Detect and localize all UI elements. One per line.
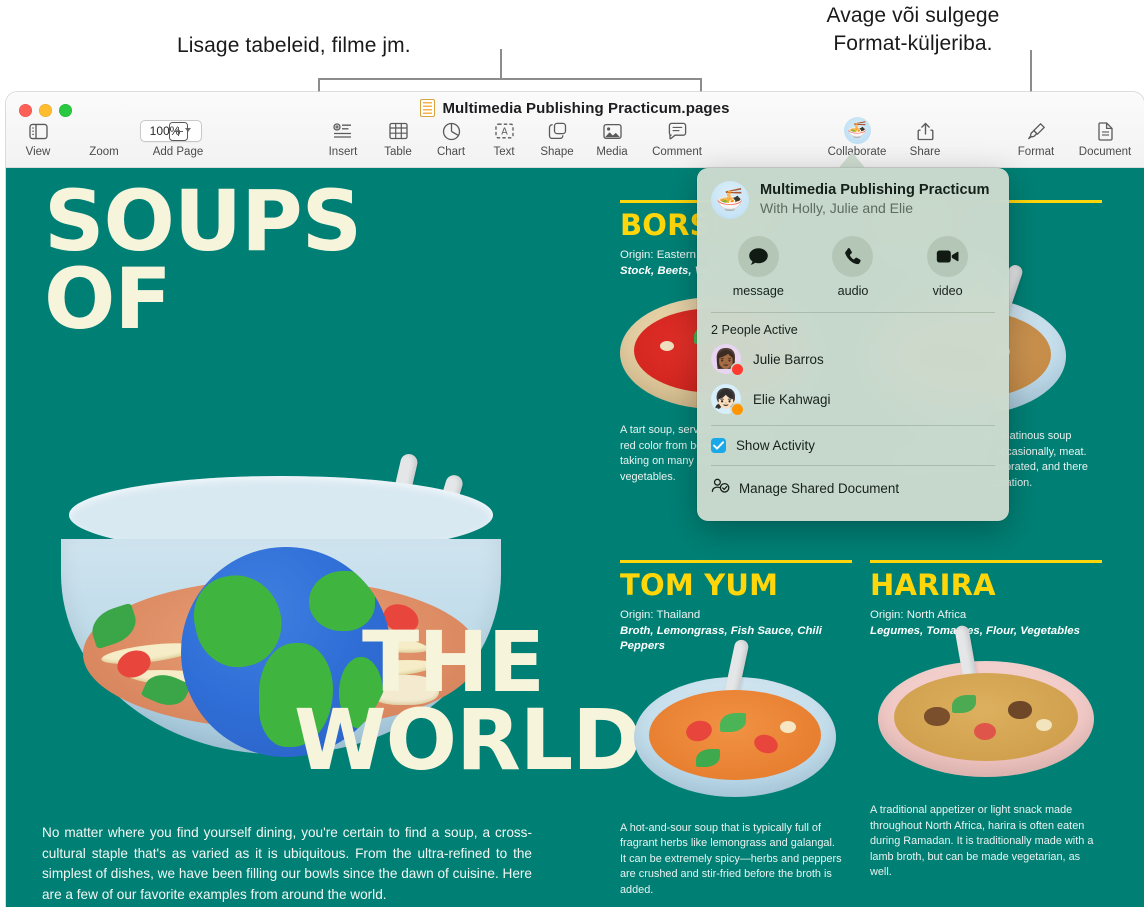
document-icon xyxy=(1097,120,1114,142)
table-icon xyxy=(388,120,408,142)
message-action-button[interactable]: message xyxy=(721,236,795,298)
callout-left-leader-stem xyxy=(500,49,502,79)
manage-shared-document-label: Manage Shared Document xyxy=(739,480,900,496)
toolbar-document-label: Document xyxy=(1078,146,1132,158)
popover-actions: message audio video xyxy=(697,219,1009,306)
main-toolbar: View 100% Zoom Add Page Insert Table Cha… xyxy=(6,116,1144,168)
popover-header: 🍜 Multimedia Publishing Practicum With H… xyxy=(697,168,1009,219)
manage-shared-document-row[interactable]: Manage Shared Document xyxy=(697,472,1009,504)
person-name: Elie Kahwagi xyxy=(753,391,831,407)
toolbar-shape-button[interactable]: Shape xyxy=(526,120,588,158)
toolbar-comment-button[interactable]: Comment xyxy=(646,120,708,158)
card-ingredients-harira: Legumes, Tomatoes, Flour, Vegetables xyxy=(870,624,1080,637)
toolbar-insert-button[interactable]: Insert xyxy=(312,120,374,158)
popover-document-name: Multimedia Publishing Practicum xyxy=(760,182,990,199)
pages-document-icon xyxy=(420,99,436,117)
card-title-harira: HARIRA xyxy=(870,568,996,603)
toolbar-media-label: Media xyxy=(596,146,628,158)
manage-people-icon xyxy=(711,478,730,498)
message-action-label: message xyxy=(732,284,784,298)
document-page-left: SOUPS OF THE WORLD No matter where you f… xyxy=(6,168,642,907)
collaboration-popover[interactable]: 🍜 Multimedia Publishing Practicum With H… xyxy=(697,168,1009,521)
media-icon xyxy=(602,120,622,142)
soup-bowl-icon: 🍜 xyxy=(711,181,749,219)
add-page-icon xyxy=(168,120,188,142)
toolbar-format-button[interactable]: Format xyxy=(1005,120,1067,158)
toolbar-insert-label: Insert xyxy=(328,146,358,158)
callout-left-leader-bar xyxy=(318,78,702,80)
show-activity-row[interactable]: Show Activity xyxy=(697,432,1009,459)
shape-icon xyxy=(548,120,567,142)
person-row-julie-barros[interactable]: 👩🏾 Julie Barros xyxy=(697,339,1009,379)
divider xyxy=(711,312,995,313)
card-desc-harira: A traditional appetizer or light snack m… xyxy=(870,804,1094,879)
share-icon xyxy=(917,120,934,142)
harira-illustration xyxy=(878,624,1094,778)
card-rule xyxy=(870,560,1102,564)
toolbar-comment-label: Comment xyxy=(652,146,702,158)
show-activity-label: Show Activity xyxy=(736,438,815,453)
format-brush-icon xyxy=(1027,120,1046,142)
active-people-count: 2 People Active xyxy=(711,323,798,337)
soup-card-tom-yum: TOM YUM Origin: Thailand Broth, Lemongra… xyxy=(620,560,852,898)
hero-title-line2: THE WORLD xyxy=(294,613,642,790)
toolbar-shape-label: Shape xyxy=(540,146,574,158)
hero-title-line1: SOUPS OF xyxy=(44,172,362,349)
card-origin-harira: Origin: North Africa xyxy=(870,609,967,622)
avatar: 👩🏾 xyxy=(711,344,743,375)
toolbar-view-label: View xyxy=(25,146,51,158)
popover-document-subtitle: With Holly, Julie and Elie xyxy=(760,200,914,217)
toolbar-format-label: Format xyxy=(1017,146,1055,158)
toolbar-zoom-label: Zoom xyxy=(89,146,119,158)
person-row-elie-kahwagi[interactable]: 👧🏻 Elie Kahwagi xyxy=(697,379,1009,419)
card-title-tom-yum: TOM YUM xyxy=(620,568,779,603)
insert-icon xyxy=(333,120,353,142)
person-name: Julie Barros xyxy=(753,351,824,367)
toolbar-share-label: Share xyxy=(909,146,941,158)
audio-action-button[interactable]: audio xyxy=(816,236,890,298)
popover-arrow xyxy=(838,152,866,169)
document-title-group: Multimedia Publishing Practicum.pages xyxy=(6,99,1144,117)
divider xyxy=(711,465,995,466)
status-badge xyxy=(732,404,743,415)
status-badge xyxy=(732,364,743,375)
toolbar-add-page-label: Add Page xyxy=(152,146,204,158)
toolbar-add-page-button[interactable]: Add Page xyxy=(147,120,209,158)
text-box-icon: A xyxy=(494,120,514,142)
divider xyxy=(711,425,995,426)
chart-icon xyxy=(442,120,461,142)
callout-left-text: Lisage tabeleid, filme jm. xyxy=(177,34,411,57)
sidebar-icon xyxy=(28,120,48,142)
callout-left-leader-tick-end xyxy=(700,78,702,92)
svg-text:A: A xyxy=(501,127,508,138)
callout-right-text: Avage või sulgege Format-küljeriba. xyxy=(826,4,1000,55)
hero-body-text: No matter where you find yourself dining… xyxy=(42,825,532,902)
toolbar-text-label: Text xyxy=(493,146,515,158)
message-bubble-icon xyxy=(737,236,779,277)
collaborate-avatar-icon: 🍜 xyxy=(843,116,871,144)
window-titlebar: Multimedia Publishing Practicum.pages Vi… xyxy=(6,92,1144,168)
card-rule xyxy=(620,560,852,564)
window-title: Multimedia Publishing Practicum.pages xyxy=(442,99,730,117)
callout-left-leader-tick-start xyxy=(318,78,320,92)
toolbar-share-button[interactable]: Share xyxy=(894,120,956,158)
video-camera-icon xyxy=(927,236,969,277)
toolbar-zoom-group[interactable]: 100% Zoom xyxy=(73,120,202,158)
toolbar-view-button[interactable]: View xyxy=(7,120,69,158)
soup-card-harira: HARIRA Origin: North Africa Legumes, Tom… xyxy=(870,560,1102,881)
show-activity-checkbox[interactable] xyxy=(711,438,726,453)
video-action-button[interactable]: video xyxy=(911,236,985,298)
toolbar-media-button[interactable]: Media xyxy=(581,120,643,158)
video-action-label: video xyxy=(932,284,963,298)
card-origin-tom-yum: Origin: Thailand xyxy=(620,609,701,622)
toolbar-table-label: Table xyxy=(384,146,412,158)
toolbar-document-button[interactable]: Document xyxy=(1074,120,1136,158)
tom-yum-illustration xyxy=(634,638,836,797)
card-desc-tom-yum: A hot-and-sour soup that is typically fu… xyxy=(620,821,842,896)
toolbar-chart-label: Chart xyxy=(436,146,466,158)
audio-action-label: audio xyxy=(837,284,869,298)
comment-icon xyxy=(668,120,687,142)
avatar: 👧🏻 xyxy=(711,384,743,415)
phone-icon xyxy=(832,236,874,277)
